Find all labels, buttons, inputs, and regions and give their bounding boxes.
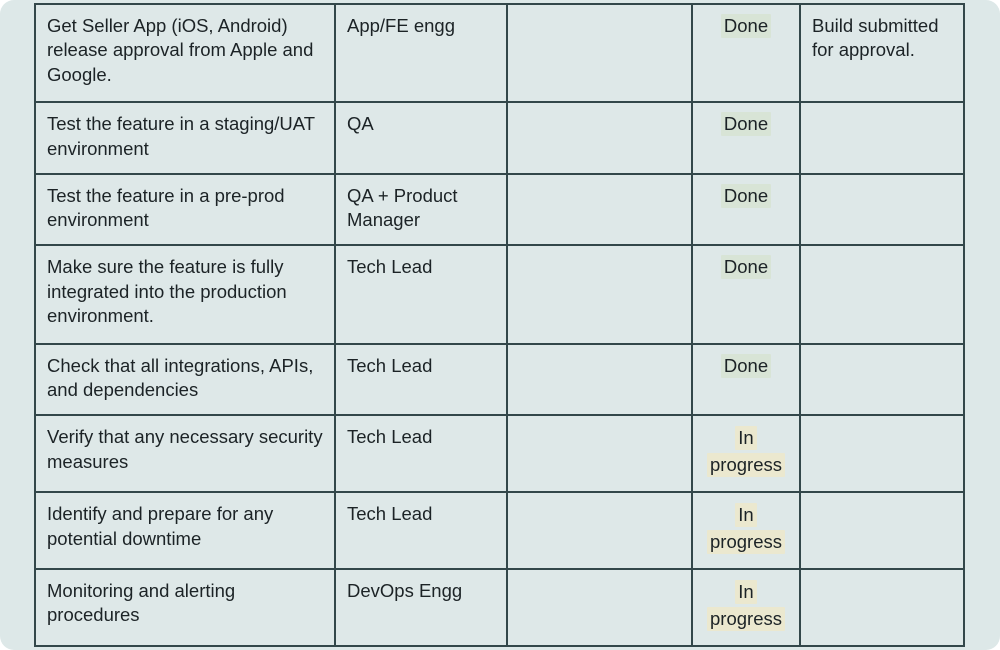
cell-owner: Tech Lead bbox=[334, 414, 508, 494]
cell-notes bbox=[799, 342, 965, 417]
cell-status: In progress bbox=[691, 568, 801, 647]
cell-task: Get Seller App (iOS, Android) release ap… bbox=[34, 2, 336, 104]
cell-task: Test the feature in a staging/UAT enviro… bbox=[34, 101, 336, 175]
cell-blank bbox=[506, 342, 693, 417]
status-badge-wrap: Done bbox=[704, 255, 788, 280]
status-badge-wrap: Done bbox=[704, 112, 788, 137]
table-body: Get Seller App (iOS, Android) release ap… bbox=[34, 2, 965, 647]
checklist-table-container: Get Seller App (iOS, Android) release ap… bbox=[34, 2, 965, 647]
status-badge: Done bbox=[720, 183, 772, 208]
table-row[interactable]: Monitoring and alerting procedures DevOp… bbox=[34, 568, 965, 647]
status-badge-wrap: Done bbox=[704, 183, 788, 208]
cell-blank bbox=[506, 244, 693, 345]
cell-task: Verify that any necessary security measu… bbox=[34, 414, 336, 494]
cell-status: Done bbox=[691, 342, 801, 417]
cell-notes bbox=[799, 101, 965, 175]
status-badge: In progress bbox=[707, 503, 785, 555]
cell-task: Check that all integrations, APIs, and d… bbox=[34, 342, 336, 417]
cell-status: Done bbox=[691, 2, 801, 104]
cell-notes: Build submitted for approval. bbox=[799, 2, 965, 104]
cell-status: In progress bbox=[691, 491, 801, 571]
status-badge: Done bbox=[720, 255, 772, 280]
status-badge: In progress bbox=[707, 580, 785, 631]
status-badge-wrap: Done bbox=[704, 14, 788, 38]
release-checklist-table: Get Seller App (iOS, Android) release ap… bbox=[34, 2, 965, 647]
cell-owner: Tech Lead bbox=[334, 342, 508, 417]
status-badge: In progress bbox=[707, 426, 785, 478]
page-root: Get Seller App (iOS, Android) release ap… bbox=[0, 0, 1000, 650]
cell-status: Done bbox=[691, 172, 801, 247]
cell-status: Done bbox=[691, 244, 801, 345]
cell-owner: QA + Product Manager bbox=[334, 172, 508, 247]
status-badge-wrap: Done bbox=[704, 353, 788, 378]
cell-task: Test the feature in a pre-prod environme… bbox=[34, 172, 336, 247]
status-badge-wrap: In progress bbox=[704, 425, 788, 479]
cell-notes bbox=[799, 414, 965, 494]
table-row[interactable]: Test the feature in a staging/UAT enviro… bbox=[34, 101, 965, 175]
cell-blank bbox=[506, 2, 693, 104]
cell-blank bbox=[506, 172, 693, 247]
status-badge: Done bbox=[720, 112, 772, 137]
cell-task: Monitoring and alerting procedures bbox=[34, 568, 336, 647]
cell-notes bbox=[799, 172, 965, 247]
status-badge: Done bbox=[720, 14, 772, 38]
table-row[interactable]: Test the feature in a pre-prod environme… bbox=[34, 172, 965, 247]
cell-task: Identify and prepare for any potential d… bbox=[34, 491, 336, 571]
cell-owner: Tech Lead bbox=[334, 244, 508, 345]
cell-status: In progress bbox=[691, 414, 801, 494]
cell-notes bbox=[799, 568, 965, 647]
table-row[interactable]: Verify that any necessary security measu… bbox=[34, 414, 965, 494]
table-row[interactable]: Make sure the feature is fully integrate… bbox=[34, 244, 965, 345]
cell-blank bbox=[506, 101, 693, 175]
cell-owner: QA bbox=[334, 101, 508, 175]
status-badge-wrap: In progress bbox=[704, 579, 788, 633]
status-badge: Done bbox=[720, 353, 772, 378]
cell-status: Done bbox=[691, 101, 801, 175]
table-row[interactable]: Get Seller App (iOS, Android) release ap… bbox=[34, 2, 965, 104]
cell-blank bbox=[506, 568, 693, 647]
status-badge-wrap: In progress bbox=[704, 502, 788, 556]
cell-notes bbox=[799, 491, 965, 571]
cell-owner: Tech Lead bbox=[334, 491, 508, 571]
cell-owner: DevOps Engg bbox=[334, 568, 508, 647]
cell-owner: App/FE engg bbox=[334, 2, 508, 104]
cell-blank bbox=[506, 414, 693, 494]
table-row[interactable]: Identify and prepare for any potential d… bbox=[34, 491, 965, 571]
cell-task: Make sure the feature is fully integrate… bbox=[34, 244, 336, 345]
table-row[interactable]: Check that all integrations, APIs, and d… bbox=[34, 342, 965, 417]
cell-notes bbox=[799, 244, 965, 345]
cell-blank bbox=[506, 491, 693, 571]
